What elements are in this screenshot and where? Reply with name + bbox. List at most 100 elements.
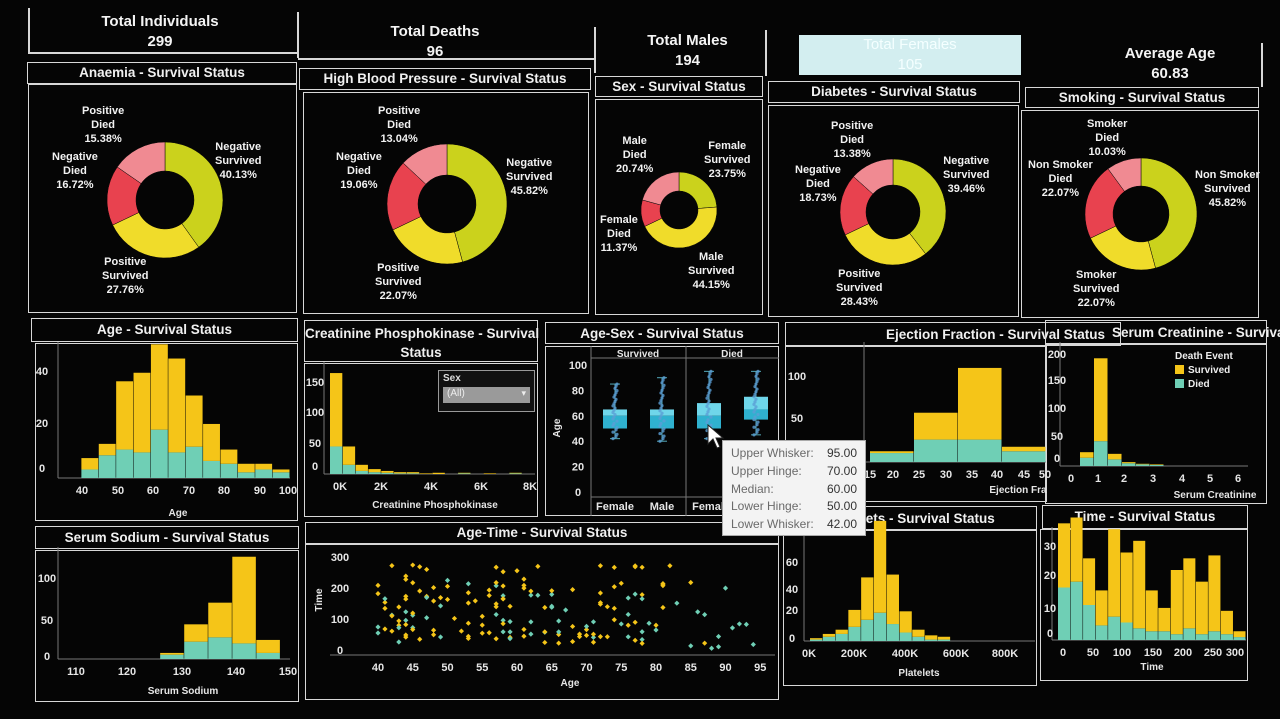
tick-label: 40 [36, 366, 48, 378]
scatter-point-survived [611, 584, 617, 590]
bar-survived [368, 469, 381, 473]
bar-survived [381, 470, 394, 473]
bar-survived [150, 344, 168, 430]
scatter-point-died [709, 645, 715, 651]
scatter-point-survived [590, 639, 597, 645]
tick-label: 140 [227, 666, 245, 678]
bar-died [381, 472, 394, 474]
scatter-point-survived [556, 640, 562, 646]
axis-title: Serum Sodium [148, 686, 219, 697]
bar-died [368, 472, 381, 474]
bar-died [1083, 605, 1096, 640]
scatter-point-died [702, 611, 708, 618]
tick-label: 0 [575, 487, 581, 499]
box-point [753, 384, 757, 389]
bar-survived [1233, 631, 1246, 638]
scatter-point-survived [688, 579, 694, 586]
scatter-point-survived [597, 563, 603, 569]
sex-filter-value: (All) [447, 388, 465, 399]
scatter-point-survived [521, 576, 527, 582]
scatter-point-survived [375, 582, 381, 588]
tooltip-row: Upper Hinge: 70.00 [731, 463, 857, 481]
tick-label: 0 [1054, 453, 1060, 465]
tooltip-key: Upper Hinge: [731, 463, 802, 478]
sex-filter[interactable]: Sex (All) ▾ [438, 370, 535, 412]
bar-survived [133, 372, 151, 453]
bar-died [1002, 451, 1046, 462]
scatter-point-survived [500, 569, 506, 575]
sex-filter-select[interactable]: (All) ▾ [443, 387, 530, 403]
tick-label: 20 [36, 418, 48, 430]
tick-label: 60 [786, 557, 798, 569]
tick-label: 100 [38, 573, 56, 585]
bar-survived [342, 446, 356, 465]
tooltip-row: Upper Whisker: 95.00 [731, 445, 857, 463]
tick-label: 120 [118, 666, 136, 678]
box-point [658, 424, 662, 428]
scatter-point-survived [514, 568, 520, 574]
scatter-point-survived [660, 604, 666, 611]
legend-swatch [1175, 365, 1184, 374]
scatter-point-survived [417, 564, 423, 570]
scatter-point-died [639, 596, 645, 602]
bar-survived [1108, 529, 1121, 617]
bar-survived [255, 463, 273, 470]
legend-item-died[interactable]: Died [1175, 378, 1233, 392]
bar-survived [208, 602, 232, 638]
bar-survived [1220, 610, 1233, 635]
bar-died [255, 469, 273, 478]
bar-died [899, 632, 912, 641]
bar-died [160, 654, 184, 659]
scatter-point-died [507, 629, 513, 635]
bar-died [810, 639, 823, 641]
axis-title: Age [561, 678, 580, 689]
tooltip-value: 42.00 [826, 517, 857, 532]
scatter-point-survived [500, 621, 506, 627]
bar-died [873, 612, 887, 641]
tick-label: 0K [802, 648, 816, 660]
tick-label: 2K [374, 481, 388, 493]
bar-survived [1136, 463, 1150, 465]
bar-died [1094, 441, 1108, 466]
scatter-point-survived [444, 596, 451, 603]
tick-label: 100 [331, 614, 349, 626]
scatter-point-survived [410, 562, 416, 568]
tick-label: 0 [337, 645, 343, 657]
scatter-point-survived [465, 590, 471, 596]
bar-died [1070, 581, 1083, 640]
bar-died [1080, 457, 1094, 466]
scatter-point-survived [604, 604, 610, 610]
bar-died [185, 446, 203, 478]
tick-label: 60 [147, 485, 159, 497]
scatter-point-died [528, 631, 534, 637]
bar-died [861, 619, 874, 641]
bar-survived [1158, 607, 1171, 632]
scatter-point-died [674, 600, 680, 606]
scatter-point-died [590, 619, 597, 625]
scatter-point-survived [431, 598, 437, 604]
bar-died [1136, 464, 1150, 466]
bar-died [184, 641, 208, 659]
legend-item-survived[interactable]: Survived [1175, 364, 1233, 378]
scatter-point-survived [521, 582, 527, 588]
bar-died [958, 439, 1002, 462]
tick-label: 45 [407, 662, 419, 674]
scatter-point-survived [542, 604, 548, 611]
bar-survived [861, 577, 874, 620]
box-point [658, 431, 662, 436]
tick-label: 0 [39, 463, 45, 475]
scatter-point-died [653, 627, 659, 633]
box-point [614, 428, 618, 432]
bar-died [1120, 622, 1133, 640]
box-point [752, 433, 756, 437]
scatter-point-died [535, 592, 541, 598]
scatter-point-survived [632, 563, 638, 569]
scatter-point-died [729, 625, 736, 631]
chart-layer: 40 50 60 70 80 90 10002040Age0K 2K 4K 6K 8K0501001… [36, 342, 1257, 697]
tick-label: 45 [1018, 469, 1030, 481]
scatter-point-survived [570, 587, 576, 593]
bar-survived [330, 373, 343, 447]
box-point [752, 402, 756, 406]
tick-label: 6 [1235, 473, 1241, 485]
scatter-point-survived [389, 613, 395, 619]
